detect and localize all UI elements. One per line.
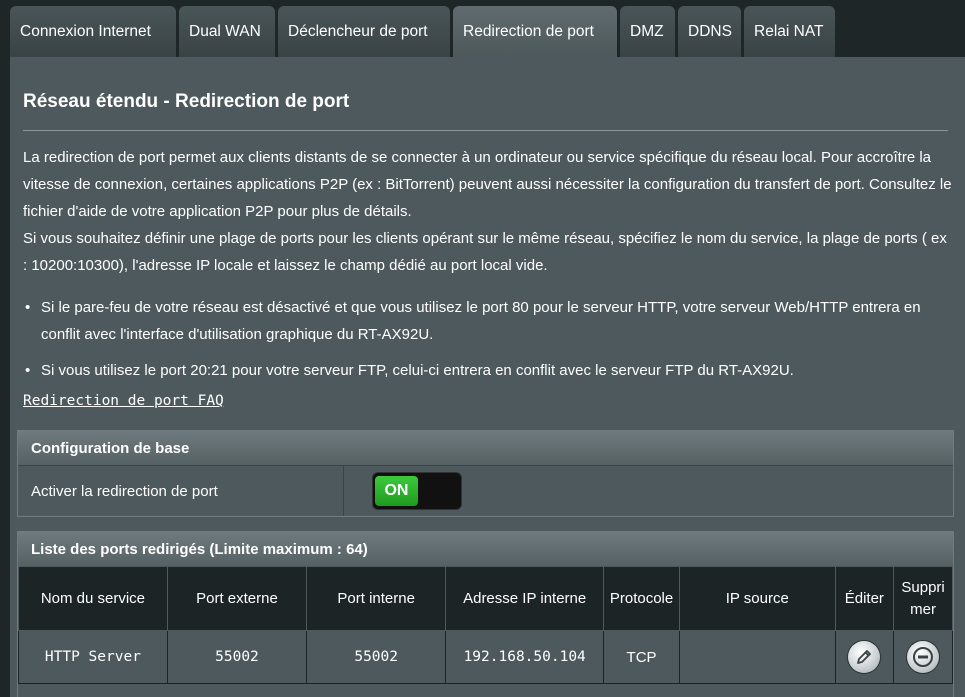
description-paragraph: La redirection de port permet aux client… xyxy=(23,149,952,220)
edit-cell xyxy=(834,630,895,684)
port-forwarding-table: Nom du service Port externe Port interne… xyxy=(18,566,953,684)
external-port-cell: 55002 xyxy=(166,630,308,684)
note-item: Si le pare-feu de votre réseau est désac… xyxy=(23,294,953,348)
enable-label: Activer la redirection de port xyxy=(18,466,344,516)
column-header: Protocole xyxy=(603,566,680,631)
enable-row: Activer la redirection de port ON xyxy=(18,465,953,516)
page-title: Réseau étendu - Redirection de port xyxy=(23,91,350,112)
tab-dual-wan[interactable]: Dual WAN xyxy=(179,6,275,58)
column-header: IP source xyxy=(678,566,836,631)
tab-label: Relai NAT xyxy=(754,23,824,40)
tab-bar: Connexion Internet Dual WAN Déclencheur … xyxy=(10,6,835,58)
tab-label: Déclencheur de port xyxy=(288,23,428,40)
column-header: Port interne xyxy=(306,566,447,631)
tab-relai-nat[interactable]: Relai NAT xyxy=(744,6,835,58)
column-header: Adresse IP interne xyxy=(445,566,605,631)
tab-label: DDNS xyxy=(688,23,732,40)
toggle-on-label: ON xyxy=(375,476,418,506)
section-header: Configuration de base xyxy=(18,431,953,465)
description-paragraph: Si vous souhaitez définir une plage de p… xyxy=(23,230,947,274)
internal-ip-cell: 192.168.50.104 xyxy=(445,630,605,684)
tab-label: Redirection de port xyxy=(463,23,594,40)
tab-dmz[interactable]: DMZ xyxy=(620,6,675,58)
table-header-row: Nom du service Port externe Port interne… xyxy=(18,566,953,631)
column-header: Port externe xyxy=(166,566,308,631)
delete-cell xyxy=(893,630,953,684)
tab-declencheur-de-port[interactable]: Déclencheur de port xyxy=(278,6,450,58)
basic-config-section: Configuration de base Activer la redirec… xyxy=(17,430,954,517)
column-header: Nom du service xyxy=(18,566,168,631)
tab-label: DMZ xyxy=(630,23,664,40)
pencil-icon[interactable] xyxy=(848,641,881,673)
tab-connexion-internet[interactable]: Connexion Internet xyxy=(10,6,176,58)
title-divider xyxy=(23,130,948,131)
internal-port-cell: 55002 xyxy=(306,630,447,684)
enable-port-forwarding-toggle[interactable]: ON xyxy=(372,472,462,510)
port-list-section: Liste des ports redirigés (Limite maximu… xyxy=(17,531,954,697)
note-item: Si vous utilisez le port 20:21 pour votr… xyxy=(23,357,953,384)
source-ip-cell xyxy=(678,630,836,684)
column-header: Éditer xyxy=(834,566,895,631)
toggle-knob xyxy=(419,475,459,507)
tab-label: Connexion Internet xyxy=(20,23,151,40)
minus-circle-icon[interactable] xyxy=(907,641,940,673)
column-header: Suppri mer xyxy=(893,566,953,631)
section-header: Liste des ports redirigés (Limite maximu… xyxy=(18,532,953,566)
notes-list: Si le pare-feu de votre réseau est désac… xyxy=(23,294,953,384)
table-row: HTTP Server 55002 55002 192.168.50.104 T… xyxy=(18,630,953,684)
tab-ddns[interactable]: DDNS xyxy=(678,6,741,58)
service-name-cell: HTTP Server xyxy=(18,630,168,684)
content-panel: Réseau étendu - Redirection de port La r… xyxy=(10,57,965,697)
faq-link[interactable]: Redirection de port FAQ xyxy=(23,393,224,409)
protocol-cell: TCP xyxy=(603,630,680,684)
tab-redirection-de-port[interactable]: Redirection de port xyxy=(453,6,617,58)
description: La redirection de port permet aux client… xyxy=(23,144,953,279)
tab-label: Dual WAN xyxy=(189,23,261,40)
enable-value: ON xyxy=(344,466,953,516)
